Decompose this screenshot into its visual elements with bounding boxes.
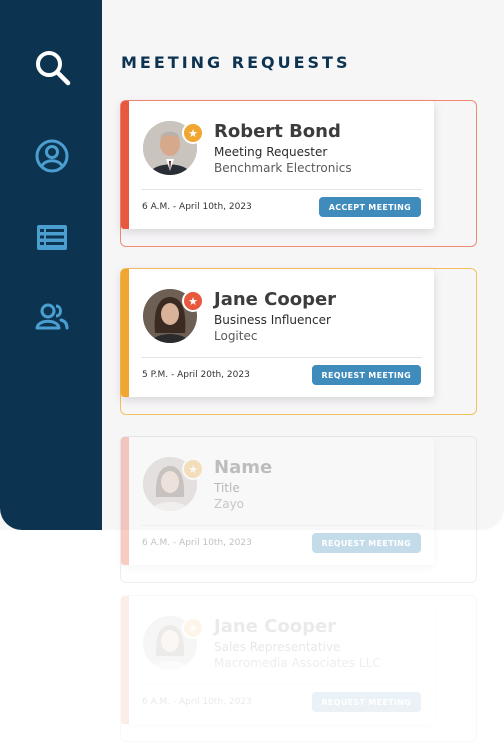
requester-company: Macromedia Associates LLC	[214, 656, 381, 670]
requester-role: Title	[214, 481, 240, 495]
requester-role: Sales Representative	[214, 640, 341, 654]
people-icon[interactable]	[32, 297, 72, 337]
meeting-datetime: 5 P.M. - April 20th, 2023	[142, 370, 250, 380]
card-accent	[121, 437, 129, 565]
page-title: MEETING REQUESTS	[121, 53, 351, 72]
star-badge-icon: ★	[182, 458, 204, 480]
meeting-request-card[interactable]: ★ Name Title Zayo 6 A.M. - April 10th, 2…	[121, 437, 434, 565]
meeting-request-card[interactable]: ★ Jane Cooper Business Influencer Logite…	[121, 269, 434, 397]
card-accent	[121, 596, 129, 724]
divider	[141, 684, 422, 685]
meeting-datetime: 6 A.M. - April 10th, 2023	[142, 202, 252, 212]
list-icon[interactable]	[32, 217, 72, 257]
requester-role: Meeting Requester	[214, 145, 328, 159]
requester-company: Logitec	[214, 329, 258, 343]
star-badge-icon: ★	[182, 617, 204, 639]
request-meeting-button[interactable]: REQUEST MEETING	[311, 365, 421, 385]
request-meeting-button[interactable]: REQUEST MEETING	[311, 692, 421, 712]
requester-name: Name	[214, 457, 273, 478]
request-meeting-button[interactable]: REQUEST MEETING	[311, 533, 421, 553]
requester-role: Business Influencer	[214, 313, 331, 327]
divider	[141, 189, 422, 190]
divider	[141, 357, 422, 358]
requester-name: Jane Cooper	[214, 289, 337, 310]
profile-icon[interactable]	[32, 136, 72, 176]
requester-company: Zayo	[214, 497, 245, 511]
search-icon[interactable]	[32, 47, 72, 87]
meeting-request-card[interactable]: ★ Jane Cooper Sales Representative Macro…	[121, 596, 434, 724]
star-badge-icon: ★	[182, 290, 204, 312]
accept-meeting-button[interactable]: ACCEPT MEETING	[318, 197, 421, 217]
divider	[141, 525, 422, 526]
star-badge-icon: ★	[182, 122, 204, 144]
requester-name: Robert Bond	[214, 121, 341, 142]
requester-name: Jane Cooper	[214, 616, 337, 637]
sidebar	[0, 0, 102, 530]
requester-company: Benchmark Electronics	[214, 161, 352, 175]
meeting-datetime: 6 A.M. - April 10th, 2023	[142, 538, 252, 548]
meeting-datetime: 6 A.M. - April 10th, 2023	[142, 697, 252, 707]
card-accent	[121, 269, 129, 397]
card-accent	[121, 101, 129, 229]
meeting-request-card[interactable]: ★ Robert Bond Meeting Requester Benchmar…	[121, 101, 434, 229]
